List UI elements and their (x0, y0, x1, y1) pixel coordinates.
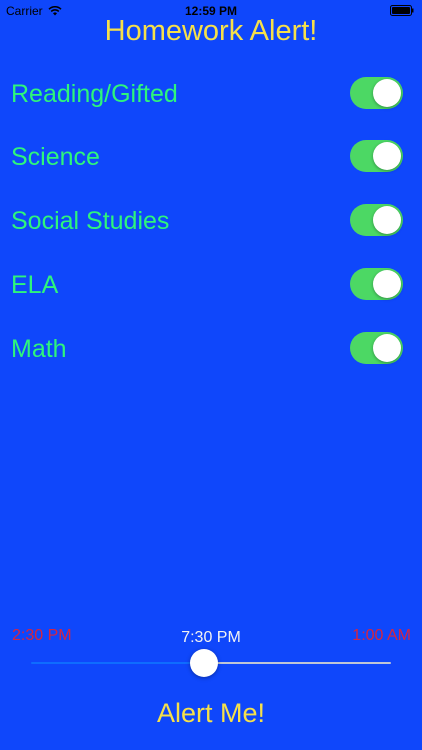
subject-row-science: Science (0, 137, 422, 177)
toggle-knob (373, 79, 401, 107)
subject-row-social-studies: Social Studies (0, 201, 422, 241)
alert-me-button[interactable]: Alert Me! (0, 698, 422, 729)
subject-label: Social Studies (11, 207, 170, 235)
toggle-knob (373, 334, 401, 362)
science-toggle[interactable] (350, 140, 403, 172)
page-title: Homework Alert! (104, 15, 318, 47)
subject-row-ela: ELA (0, 265, 422, 305)
toggle-knob (373, 206, 401, 234)
toggle-knob (373, 142, 401, 170)
subject-row-math: Math (0, 329, 422, 369)
slider-min-track (31, 662, 204, 664)
ela-toggle[interactable] (350, 268, 403, 300)
slider-thumb[interactable] (190, 649, 218, 677)
subject-label: Science (11, 143, 100, 171)
toggle-knob (373, 270, 401, 298)
subject-label: Math (11, 335, 67, 363)
range-end-label: 1:00 AM (352, 627, 411, 644)
subject-label: Reading/Gifted (11, 80, 178, 108)
subject-label: ELA (11, 271, 59, 299)
subject-row-reading-gifted: Reading/Gifted (0, 74, 422, 114)
math-toggle[interactable] (350, 332, 403, 364)
slider-max-track (204, 662, 391, 664)
reading-gifted-toggle[interactable] (350, 77, 403, 109)
social-studies-toggle[interactable] (350, 204, 403, 236)
alert-time-slider[interactable] (31, 649, 391, 678)
